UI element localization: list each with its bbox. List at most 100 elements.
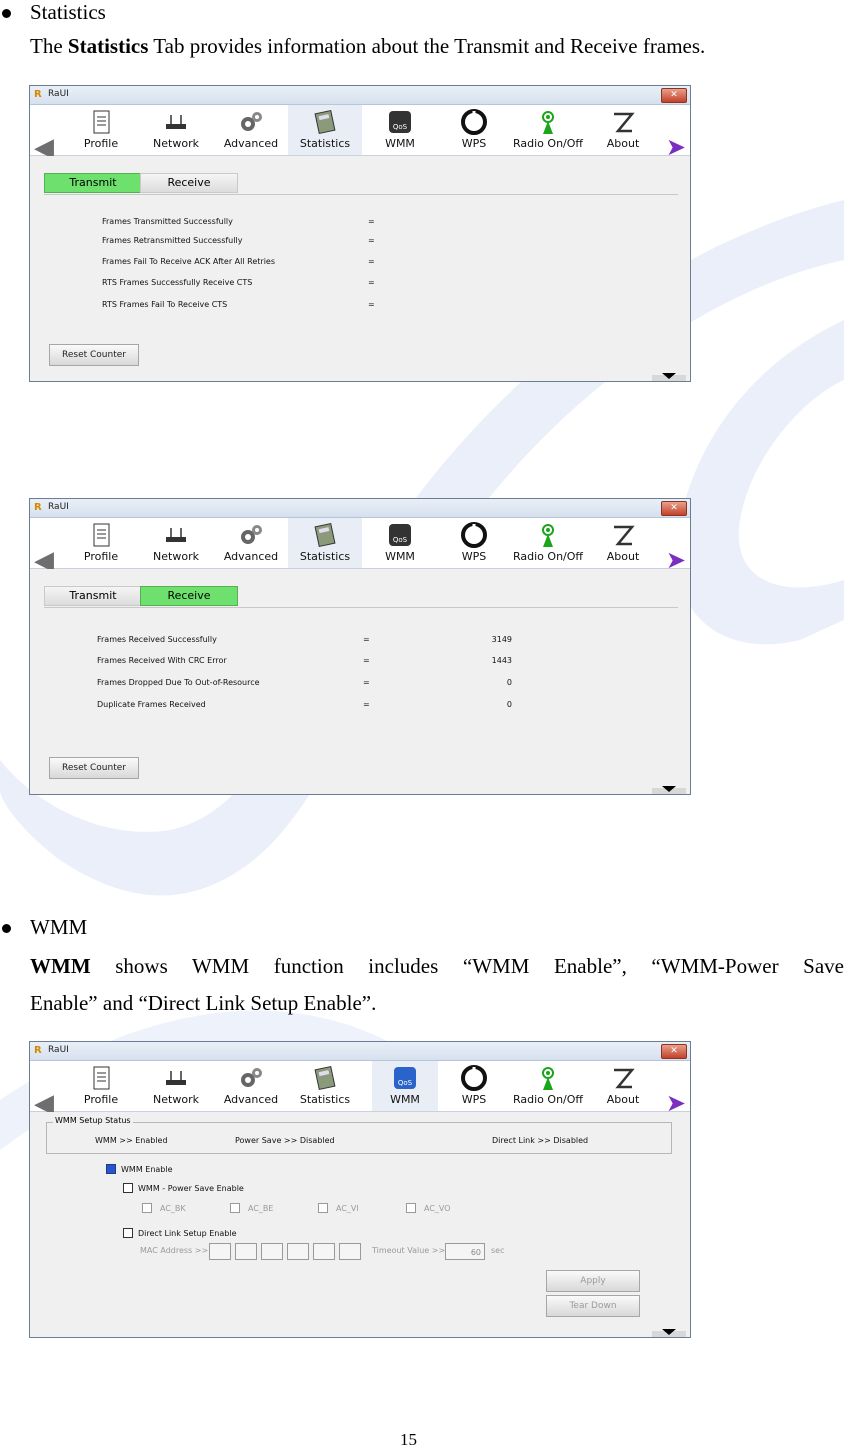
stat-separator: =	[363, 700, 370, 709]
mac-octet-input[interactable]	[235, 1243, 257, 1260]
tab-divider	[44, 607, 678, 608]
antenna-icon	[542, 1067, 554, 1090]
toolbar-advanced[interactable]: Advanced	[220, 518, 282, 568]
receive-panel: Transmit Receive Frames Received Success…	[30, 569, 690, 794]
mac-octet-input[interactable]	[209, 1243, 231, 1260]
wmm-panel: WMM Setup Status WMM >> Enabled Power Sa…	[30, 1112, 690, 1337]
mac-address-label: MAC Address >>	[140, 1246, 209, 1255]
toolbar-wmm[interactable]: QoS WMM	[378, 105, 422, 155]
toolbar: ◀ Profile Network Advanced Statistics Qo…	[30, 105, 690, 163]
toolbar: ◀ Profile Network Advanced Statistics Qo…	[30, 1061, 690, 1119]
tab-transmit[interactable]: Transmit	[44, 173, 142, 193]
toolbar-radio-onoff[interactable]: Radio On/Off	[508, 105, 588, 155]
window-title: RaUI	[48, 1045, 69, 1055]
ac-bk-checkbox[interactable]	[142, 1203, 152, 1213]
raui-window-transmit: R RaUI ✕ ◀ Profile Network Advanced Stat…	[29, 85, 691, 382]
toolbar-network[interactable]: Network	[146, 105, 206, 155]
direct-link-label: Direct Link Setup Enable	[138, 1229, 237, 1238]
toolbar-network[interactable]: Network	[146, 518, 206, 568]
direct-link-checkbox[interactable]	[123, 1228, 133, 1238]
toolbar-wmm[interactable]: QoS WMM	[372, 1061, 438, 1111]
mac-octet-input[interactable]	[287, 1243, 309, 1260]
toolbar-wmm[interactable]: QoS WMM	[378, 518, 422, 568]
profile-icon	[93, 1066, 110, 1090]
status-direct-link: Direct Link >> Disabled	[492, 1136, 589, 1145]
ralink-about-icon	[614, 112, 635, 133]
toolbar-about[interactable]: About	[600, 518, 646, 568]
profile-icon	[93, 110, 110, 134]
mac-address-fields	[209, 1243, 369, 1260]
toolbar-label: WPS	[461, 137, 487, 150]
toolbar-statistics[interactable]: Statistics	[288, 518, 362, 568]
statistics-description: The Statistics Tab provides information …	[30, 28, 705, 65]
tear-down-button[interactable]: Tear Down	[546, 1295, 640, 1317]
title-bar: R RaUI ✕	[30, 1042, 690, 1061]
toolbar-wps[interactable]: WPS	[454, 1061, 494, 1111]
tab-transmit[interactable]: Transmit	[44, 586, 142, 606]
mac-octet-input[interactable]	[261, 1243, 283, 1260]
mac-octet-input[interactable]	[339, 1243, 361, 1260]
toolbar-radio-onoff[interactable]: Radio On/Off	[508, 518, 588, 568]
toolbar-about[interactable]: About	[600, 1061, 646, 1111]
text: The	[30, 34, 68, 58]
toolbar-wps[interactable]: WPS	[454, 518, 494, 568]
toolbar-label: Radio On/Off	[513, 550, 583, 563]
stat-label: Frames Fail To Receive ACK After All Ret…	[102, 257, 276, 266]
reset-counter-button[interactable]: Reset Counter	[49, 344, 139, 366]
close-icon[interactable]: ✕	[661, 1044, 687, 1059]
stat-separator: =	[368, 257, 375, 266]
power-save-checkbox[interactable]	[123, 1183, 133, 1193]
group-legend: WMM Setup Status	[53, 1116, 133, 1125]
toolbar-statistics[interactable]: Statistics	[288, 105, 362, 155]
ac-be-checkbox[interactable]	[230, 1203, 240, 1213]
ac-vo-checkbox[interactable]	[406, 1203, 416, 1213]
ac-vi-checkbox[interactable]	[318, 1203, 328, 1213]
qos-icon: QoS	[389, 111, 411, 133]
gears-icon	[241, 112, 262, 131]
scroll-down-icon[interactable]	[662, 786, 676, 792]
bullet-dot-icon	[2, 924, 11, 933]
timeout-label: Timeout Value >>	[372, 1246, 446, 1255]
toolbar-label: Network	[153, 1093, 199, 1106]
mac-octet-input[interactable]	[313, 1243, 335, 1260]
text: shows WMM function includes “WMM Enable”…	[90, 954, 844, 978]
bold-term: Statistics	[67, 34, 149, 58]
close-icon[interactable]: ✕	[661, 501, 687, 516]
gears-icon	[241, 1068, 262, 1087]
qos-icon: QoS	[389, 524, 411, 546]
reset-counter-button[interactable]: Reset Counter	[49, 757, 139, 779]
tab-receive[interactable]: Receive	[140, 173, 238, 193]
toolbar-wps[interactable]: WPS	[454, 105, 494, 155]
scroll-down-icon[interactable]	[662, 373, 676, 379]
calculator-icon	[314, 522, 336, 548]
raui-window-wmm: R RaUI ✕ ◀ Profile Network Advanced Stat…	[29, 1041, 691, 1338]
page-number: 15	[400, 1430, 417, 1449]
close-icon[interactable]: ✕	[661, 88, 687, 103]
wmm-enable-checkbox[interactable]	[106, 1164, 116, 1174]
router-icon	[166, 528, 186, 542]
stat-label: RTS Frames Successfully Receive CTS	[102, 278, 253, 287]
toolbar-advanced[interactable]: Advanced	[220, 1061, 282, 1111]
wps-icon	[461, 522, 487, 548]
stat-label: Frames Retransmitted Successfully	[102, 236, 243, 245]
scroll-down-icon[interactable]	[662, 1329, 676, 1335]
toolbar-about[interactable]: About	[600, 105, 646, 155]
toolbar-label: Advanced	[223, 550, 279, 563]
toolbar-radio-onoff[interactable]: Radio On/Off	[508, 1061, 588, 1111]
toolbar-label: WMM	[385, 137, 415, 150]
toolbar-profile[interactable]: Profile	[76, 105, 126, 155]
toolbar-advanced[interactable]: Advanced	[220, 105, 282, 155]
toolbar-network[interactable]: Network	[146, 1061, 206, 1111]
timeout-input[interactable]: 60	[445, 1243, 485, 1260]
tab-receive[interactable]: Receive	[140, 586, 238, 606]
ac-vo-label: AC_VO	[424, 1204, 451, 1213]
bullet-dot-icon	[2, 9, 11, 18]
calculator-icon	[314, 109, 336, 135]
toolbar-profile[interactable]: Profile	[76, 1061, 126, 1111]
stat-label: Frames Received With CRC Error	[97, 656, 227, 665]
toolbar-statistics[interactable]: Statistics	[292, 1061, 358, 1111]
apply-button[interactable]: Apply	[546, 1270, 640, 1292]
wps-icon	[461, 1065, 487, 1091]
bullet-label: WMM	[30, 915, 88, 939]
toolbar-profile[interactable]: Profile	[76, 518, 126, 568]
